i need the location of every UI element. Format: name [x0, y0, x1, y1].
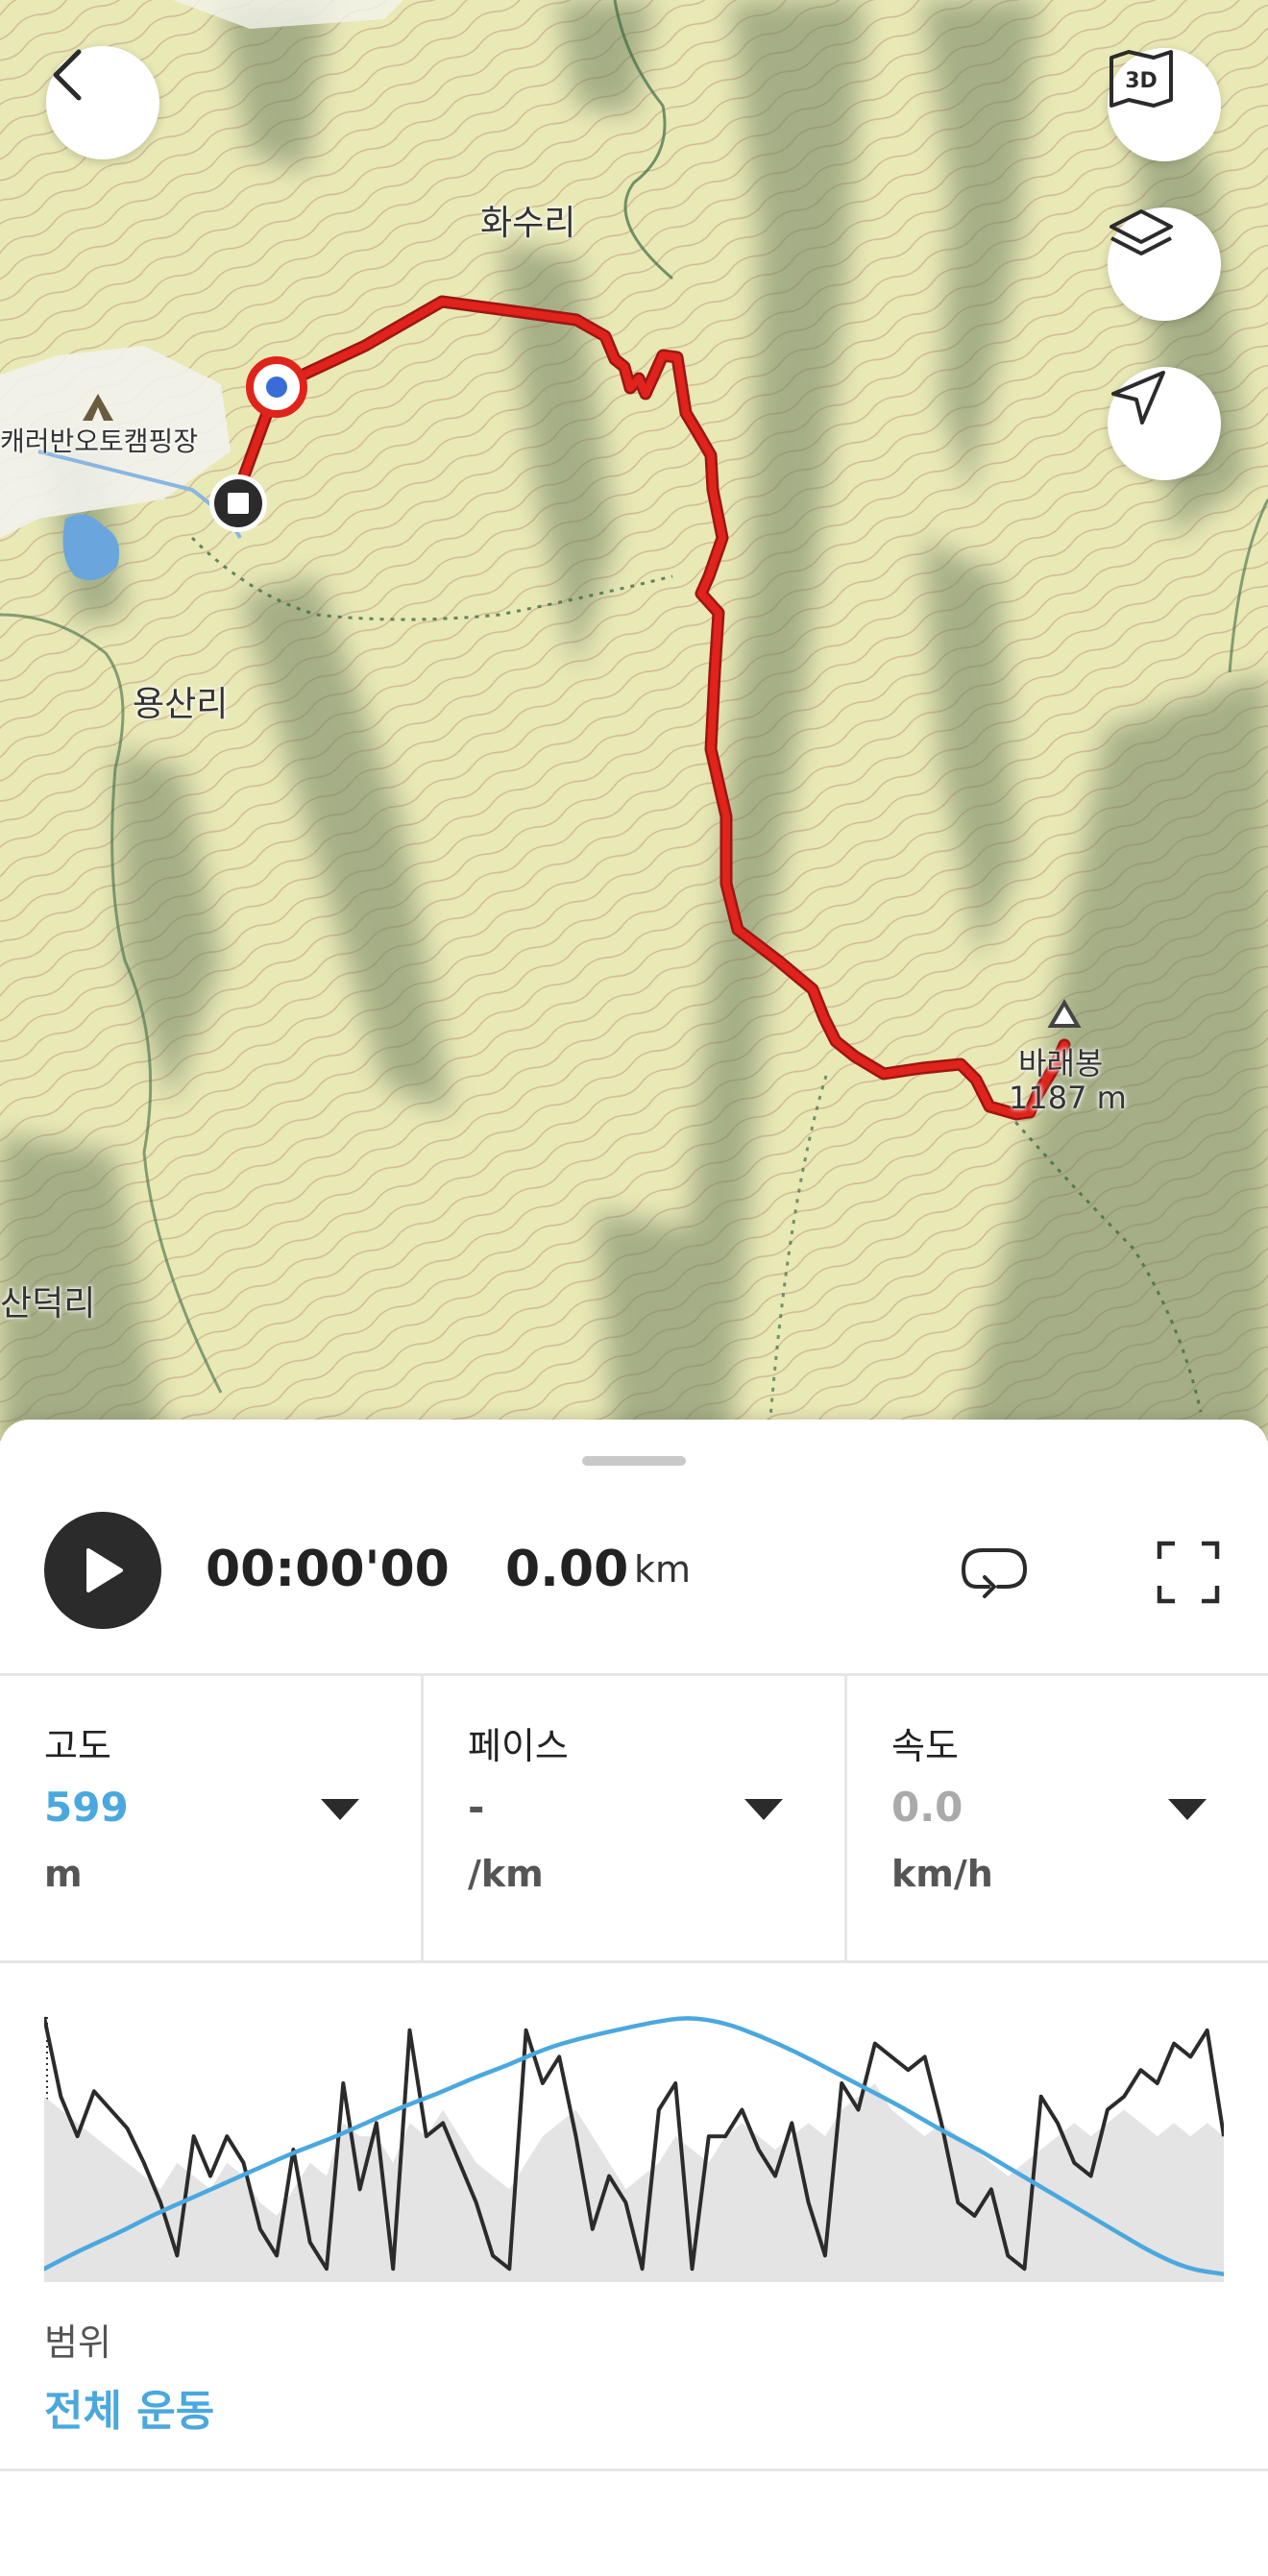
metric-value: -	[468, 1784, 485, 1831]
map-3d-icon: 3D	[1110, 50, 1173, 108]
range-label: 범위	[44, 2321, 111, 2364]
map-label-hwasuri: 화수리	[480, 204, 576, 243]
loop-icon	[961, 1548, 1028, 1598]
play-icon	[86, 1548, 123, 1592]
route-start-marker	[246, 356, 307, 418]
metric-unit: km/h	[891, 1853, 993, 1895]
metric-value: 0.0	[891, 1784, 963, 1831]
map-label-yongsanri: 용산리	[133, 685, 229, 724]
metric-value: 599	[44, 1784, 129, 1831]
navigation-arrow-icon	[1111, 371, 1165, 425]
layers-button[interactable]	[1108, 207, 1221, 321]
map-label-peak-name: 바래봉	[1018, 1045, 1104, 1081]
metric-label: 고도	[44, 1725, 111, 1767]
workout-chart[interactable]	[44, 2004, 1224, 2292]
metric-unit: m	[44, 1853, 83, 1895]
dropdown-caret-icon[interactable]	[1166, 1797, 1208, 1822]
metric-card-speed[interactable]: 속도 0.0 km/h	[847, 1676, 1268, 1960]
back-button[interactable]	[46, 46, 159, 159]
bottom-divider	[0, 2468, 1268, 2471]
map-view[interactable]: 화수리 캐러반오토캠핑장 용산리 산덕리 바래봉 1187 m 3D	[0, 0, 1268, 1441]
fullscreen-button[interactable]	[1153, 1537, 1224, 1608]
dropdown-caret-icon[interactable]	[319, 1797, 361, 1822]
map-3d-icon-text: 3D	[1125, 69, 1158, 93]
map-label-sandeokri: 산덕리	[0, 1284, 96, 1324]
dropdown-caret-icon[interactable]	[743, 1797, 785, 1822]
metric-label: 페이스	[468, 1725, 569, 1767]
sheet-drag-handle[interactable]	[582, 1456, 686, 1466]
distance-unit: km	[634, 1548, 692, 1591]
metric-card-altitude[interactable]: 고도 599 m	[0, 1676, 421, 1960]
play-button[interactable]	[44, 1512, 161, 1629]
route-end-marker	[209, 474, 267, 532]
layers-icon	[1110, 209, 1173, 255]
3d-view-button[interactable]: 3D	[1108, 48, 1221, 161]
bottom-sheet: 00:00'00 0.00 km 고도 599 m 페이스 - /km 속도 0…	[0, 1420, 1268, 2576]
metric-card-pace[interactable]: 페이스 - /km	[424, 1676, 844, 1960]
elapsed-time: 00:00'00	[206, 1541, 450, 1598]
map-label-peak-elevation: 1187 m	[1009, 1080, 1127, 1116]
metric-unit: /km	[468, 1853, 544, 1895]
range-selector[interactable]: 전체 운동	[44, 2376, 214, 2438]
metric-label: 속도	[891, 1725, 959, 1767]
map-label-campsite: 캐러반오토캠핑장	[0, 425, 199, 457]
metric-cards: 고도 599 m 페이스 - /km 속도 0.0 km/h	[0, 1673, 1268, 1963]
fullscreen-icon	[1157, 1541, 1220, 1604]
chevron-left-icon	[53, 49, 82, 101]
loop-button[interactable]	[957, 1539, 1032, 1606]
locate-button[interactable]	[1108, 367, 1221, 480]
distance-value: 0.00	[505, 1541, 629, 1598]
